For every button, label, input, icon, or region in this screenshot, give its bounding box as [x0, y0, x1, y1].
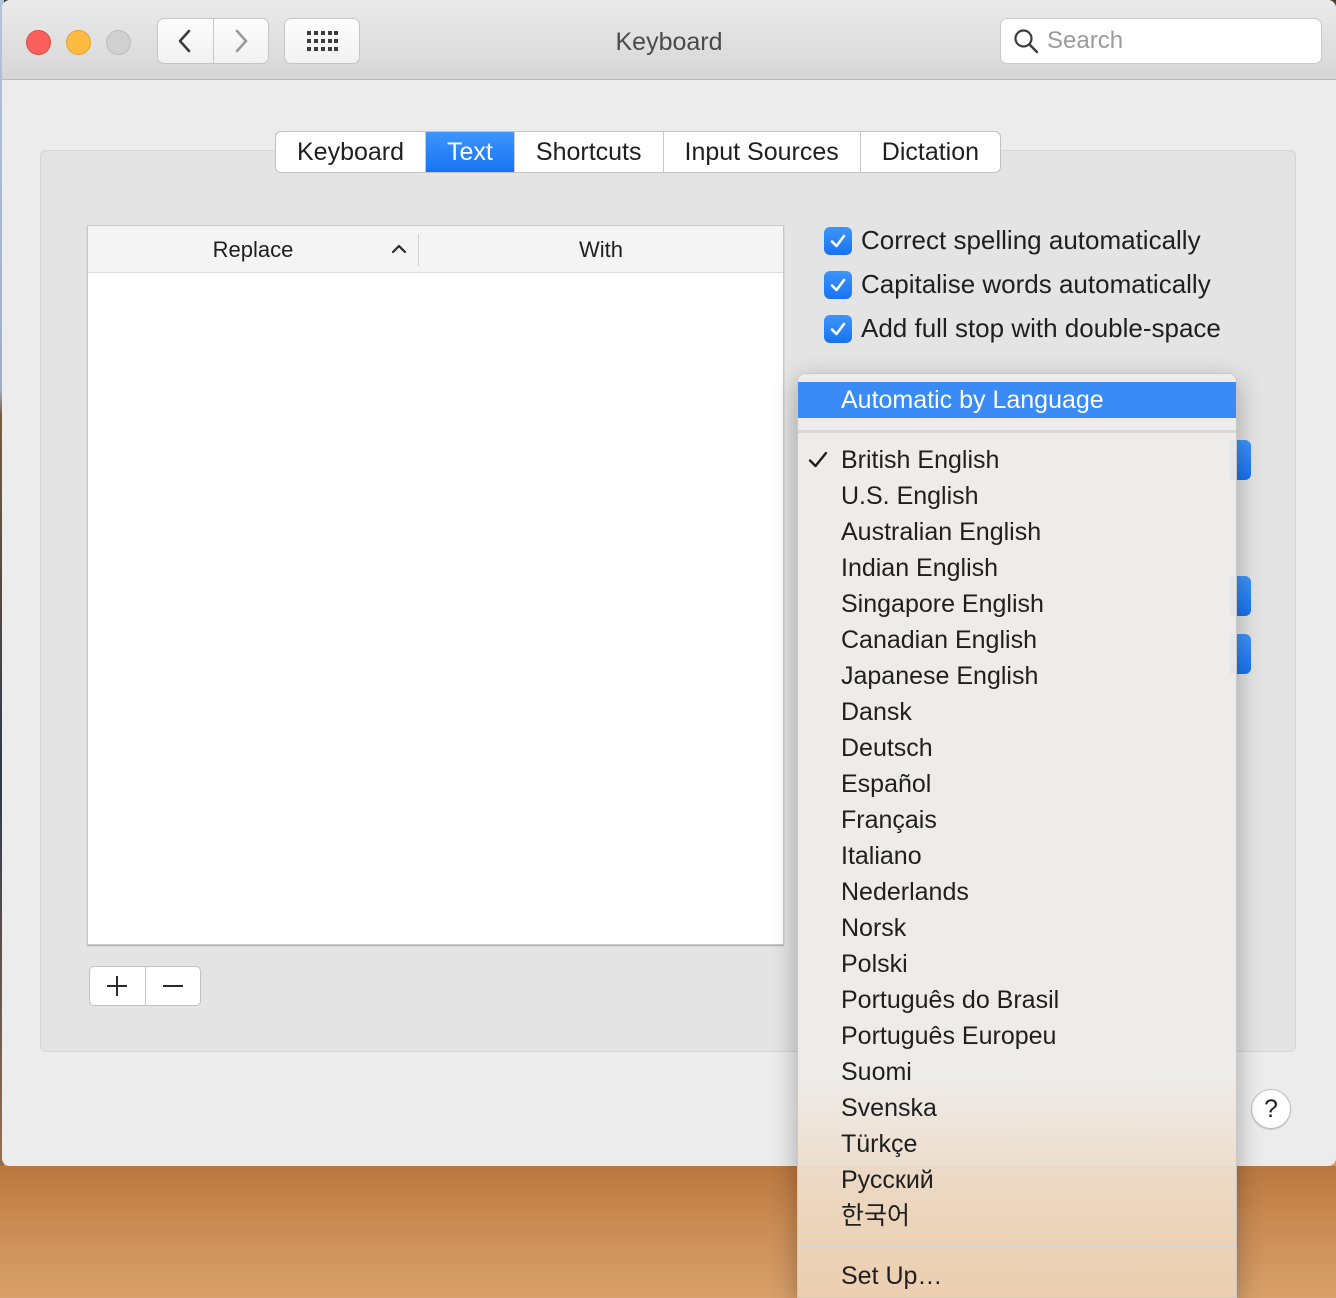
menu-item-language[interactable]: Suomi	[798, 1054, 1236, 1090]
tab-input-sources[interactable]: Input Sources	[662, 132, 860, 172]
tab-bar: Keyboard Text Shortcuts Input Sources Di…	[275, 131, 1002, 173]
menu-item-language[interactable]: Australian English	[798, 514, 1236, 550]
minus-icon	[162, 985, 183, 987]
menu-item-language[interactable]: Dansk	[798, 694, 1236, 730]
column-header-replace[interactable]: Replace	[88, 226, 418, 273]
title-bar: Keyboard Search	[2, 0, 1336, 80]
column-header-with[interactable]: With	[419, 226, 783, 273]
table-header: Replace With	[88, 226, 783, 273]
add-remove-buttons	[89, 966, 201, 1006]
search-placeholder: Search	[1047, 27, 1124, 54]
checkbox-checked[interactable]	[824, 226, 852, 255]
help-button[interactable]: ?	[1251, 1089, 1291, 1129]
spelling-language-menu: Automatic by Language British English U.…	[797, 373, 1237, 1298]
menu-item-language[interactable]: Norsk	[798, 910, 1236, 946]
menu-separator	[798, 430, 1236, 433]
checkbox-checked[interactable]	[824, 314, 852, 343]
menu-item-language[interactable]: Français	[798, 802, 1236, 838]
remove-button[interactable]	[144, 967, 201, 1005]
menu-item-language[interactable]: Español	[798, 766, 1236, 802]
tab-text[interactable]: Text	[425, 132, 514, 172]
sort-ascending-icon	[391, 244, 407, 254]
menu-item-language[interactable]: Canadian English	[798, 622, 1236, 658]
checkbox-label: Capitalise words automatically	[861, 269, 1211, 299]
checkmark-icon	[808, 442, 830, 478]
menu-item-language[interactable]: Svenska	[798, 1090, 1236, 1126]
menu-item-language[interactable]: Türkçe	[798, 1126, 1236, 1162]
menu-item-language[interactable]: 한국어	[798, 1198, 1236, 1234]
menu-separator	[798, 1245, 1236, 1248]
full-stop-checkbox[interactable]: Add full stop with double-space	[824, 313, 1221, 344]
plus-icon	[107, 976, 128, 996]
checkmark-icon	[830, 322, 846, 335]
menu-item-language[interactable]: Deutsch	[798, 730, 1236, 766]
add-button[interactable]	[90, 967, 145, 1005]
menu-item-language[interactable]: Polski	[798, 946, 1236, 982]
search-icon	[1014, 29, 1039, 54]
menu-item-language[interactable]: U.S. English	[798, 478, 1236, 514]
tab-shortcuts[interactable]: Shortcuts	[513, 132, 663, 172]
checkmark-icon	[830, 278, 846, 291]
menu-item-language[interactable]: Japanese English	[798, 658, 1236, 694]
menu-item-language[interactable]: Português do Brasil	[798, 982, 1236, 1018]
menu-item-language[interactable]: Singapore English	[798, 586, 1236, 622]
menu-item-language[interactable]: British English	[798, 442, 1236, 478]
menu-item-automatic-by-language[interactable]: Automatic by Language	[798, 382, 1236, 418]
checkmark-icon	[830, 234, 846, 247]
menu-item-language[interactable]: Русский	[798, 1162, 1236, 1198]
menu-item-language[interactable]: Indian English	[798, 550, 1236, 586]
tab-dictation[interactable]: Dictation	[859, 132, 1000, 172]
menu-item-language[interactable]: Nederlands	[798, 874, 1236, 910]
menu-item-language[interactable]: Português Europeu	[798, 1018, 1236, 1054]
menu-item-set-up[interactable]: Set Up…	[798, 1258, 1236, 1294]
correct-spelling-checkbox[interactable]: Correct spelling automatically	[824, 225, 1201, 256]
text-replacement-table[interactable]: Replace With	[87, 225, 784, 945]
search-field[interactable]: Search	[1000, 18, 1322, 64]
checkbox-label: Add full stop with double-space	[861, 313, 1221, 343]
menu-item-language[interactable]: Italiano	[798, 838, 1236, 874]
checkbox-label: Correct spelling automatically	[861, 225, 1201, 255]
tab-keyboard[interactable]: Keyboard	[276, 132, 425, 172]
menu-item-label: British English	[841, 446, 1000, 474]
capitalise-words-checkbox[interactable]: Capitalise words automatically	[824, 269, 1211, 300]
checkbox-checked[interactable]	[824, 270, 852, 299]
